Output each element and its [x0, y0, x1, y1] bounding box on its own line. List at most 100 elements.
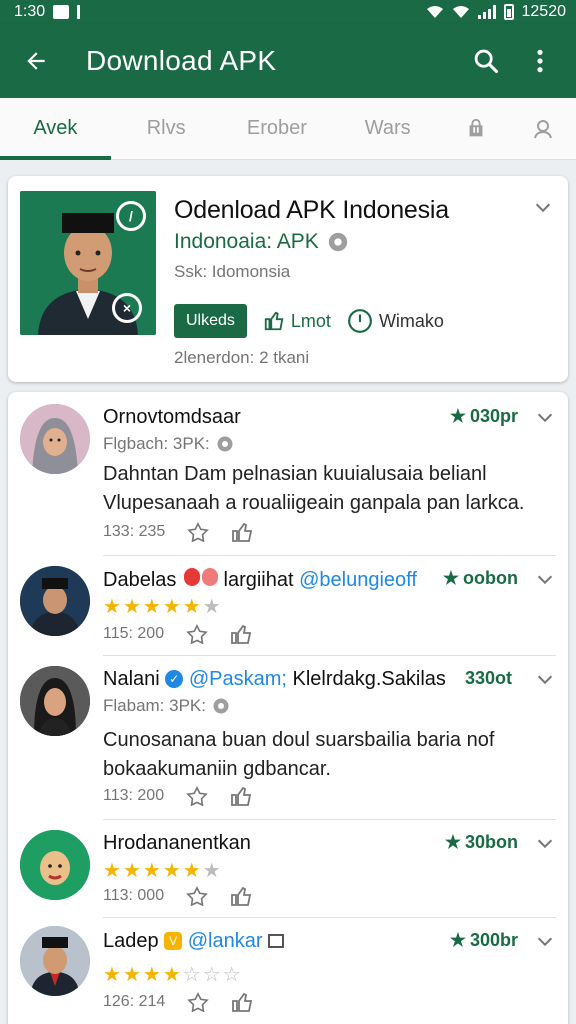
- list-item[interactable]: Ornovtomdsaar ★ 030pr Flgbach: 3PK: Dahnt…: [8, 392, 568, 556]
- star-icon: ★: [444, 832, 461, 852]
- info-icon: [217, 436, 233, 452]
- thumb-up-icon: [231, 886, 252, 906]
- featured-app-card[interactable]: / × Odenload APK Indonesia Indonoaia: AP…: [8, 176, 568, 382]
- time-label: Wimako: [378, 310, 444, 331]
- star-icon: ★: [142, 596, 161, 618]
- chevron-down-icon[interactable]: [534, 668, 556, 690]
- item-rating: ★ 30bon: [445, 832, 518, 853]
- status-bar: 1:30 12520: [0, 0, 576, 24]
- emoji-icon: [183, 568, 200, 586]
- react-button[interactable]: [230, 786, 256, 806]
- item-rating-value: 300br: [469, 930, 518, 950]
- badge-check-icon: ×: [112, 293, 142, 323]
- share-button[interactable]: [187, 992, 210, 1012]
- info-icon: [213, 698, 229, 714]
- page-title: Download APK: [86, 45, 277, 76]
- item-rating-value: 330ot: [464, 668, 512, 688]
- badge-ring-icon: /: [116, 201, 146, 231]
- like-button[interactable]: Lmot: [263, 310, 331, 332]
- tab-bag[interactable]: [443, 98, 509, 159]
- avatar: [20, 830, 90, 900]
- list-item[interactable]: Hrodananentkan ★ 30bon ★ ★ ★ ★ ★ ★ 113: 000: [8, 820, 568, 918]
- share-icon: [186, 786, 208, 806]
- notification-dot-icon: [77, 5, 81, 19]
- chevron-down-icon[interactable]: [534, 568, 556, 590]
- app-bar: Download APK: [0, 24, 576, 98]
- star-icon: ★: [442, 568, 460, 588]
- star-rating: ★ ★ ★ ★ ★ ★: [103, 594, 221, 619]
- item-count: 126: 214: [103, 993, 166, 1010]
- item-body-line2: bokaakumaniin gdbancar.: [103, 758, 331, 780]
- item-name: Dabelas largiihat @belungieoff: [103, 568, 417, 592]
- item-name-text: Ladep: [103, 930, 159, 952]
- review-list: Ornovtomdsaar ★ 030pr Flgbach: 3PK: Dahnt…: [8, 392, 568, 1024]
- chevron-down-icon[interactable]: [534, 832, 556, 854]
- tab-rlvs[interactable]: Rlvs: [111, 98, 222, 159]
- item-rating: ★ 300br: [450, 930, 518, 951]
- list-item[interactable]: Dabelas largiihat @belungieoff ★ oobon ★ ★…: [8, 556, 568, 656]
- emoji-icon-2: [201, 568, 218, 586]
- star-icon: ★: [162, 964, 181, 986]
- item-handle[interactable]: @Paskam;: [189, 668, 287, 690]
- item-footer: 113: 200: [103, 786, 256, 806]
- star-rating: ★ ★ ★ ★ ★ ★: [103, 858, 221, 883]
- item-count: 113: 200: [103, 787, 165, 804]
- share-button[interactable]: [186, 886, 208, 906]
- featured-photo: / ×: [20, 191, 156, 335]
- clock-icon: [348, 309, 372, 333]
- item-name-text: Dabelas: [103, 569, 177, 591]
- tab-bar: Avek Rlvs Erober Wars: [0, 98, 576, 160]
- star-empty-icon: ☆: [202, 964, 221, 986]
- avatar: [20, 404, 90, 474]
- react-button[interactable]: [231, 992, 257, 1012]
- chevron-down-icon[interactable]: [532, 196, 554, 218]
- featured-meta: Ssk: Idomonsia: [174, 262, 291, 281]
- share-button[interactable]: [187, 522, 210, 542]
- react-button[interactable]: [230, 886, 256, 906]
- list-item[interactable]: Ladep V @lankar ★ 300br ★ ★ ★ ★ ☆ ☆ ☆ 126: 214: [8, 918, 568, 1024]
- star-empty-icon: ★: [202, 860, 221, 882]
- time-button[interactable]: Wimako: [347, 308, 444, 334]
- item-handle[interactable]: @belungieoff: [299, 569, 417, 591]
- item-footer: 115: 200: [103, 624, 256, 644]
- item-count: 115: 200: [103, 625, 165, 642]
- star-icon: ★: [142, 964, 161, 986]
- item-body-line1: Dahntan Dam pelnasian kuuialusaia belian…: [103, 463, 487, 485]
- back-button[interactable]: [16, 41, 56, 81]
- back-arrow-icon: [27, 52, 45, 70]
- overflow-menu-button[interactable]: [520, 41, 560, 81]
- item-footer: 133: 235: [103, 522, 257, 542]
- star-icon: ★: [449, 930, 466, 950]
- item-body: Cunosanana buan doul suarsbailia baria n…: [103, 726, 538, 784]
- share-icon: [186, 624, 208, 644]
- chevron-down-icon[interactable]: [534, 406, 556, 428]
- item-handle[interactable]: @lankar: [188, 930, 263, 952]
- star-empty-icon: ★: [202, 596, 221, 618]
- share-icon: [187, 522, 210, 542]
- share-button[interactable]: [186, 624, 208, 644]
- react-button[interactable]: [230, 624, 256, 644]
- tab-wars[interactable]: Wars: [332, 98, 443, 159]
- featured-subtitle: Indonoaia: APK: [174, 230, 349, 254]
- signal-icon: [477, 5, 496, 19]
- item-body-line1: Cunosanana buan doul suarsbailia baria n…: [103, 729, 495, 751]
- star-icon: ★: [122, 964, 141, 986]
- tab-erober[interactable]: Erober: [222, 98, 333, 159]
- more-vert-icon: [537, 49, 543, 73]
- tab-profile[interactable]: [510, 98, 576, 159]
- search-button[interactable]: [466, 41, 506, 81]
- primary-action-button[interactable]: Ulkeds: [174, 304, 247, 338]
- thumb-up-icon: [232, 522, 253, 542]
- tab-avek[interactable]: Avek: [0, 98, 111, 160]
- item-source-text: Flgbach: 3PK:: [103, 434, 210, 453]
- list-item[interactable]: Nalani ✓ @Paskam; Klelrdakg.Sakilas 330o…: [8, 656, 568, 820]
- wifi-icon: [426, 6, 443, 18]
- react-button[interactable]: [231, 522, 257, 542]
- avatar: [20, 566, 90, 636]
- star-empty-icon: ☆: [182, 964, 201, 986]
- chevron-down-icon[interactable]: [534, 930, 556, 952]
- item-name-text: Nalani: [103, 668, 160, 690]
- share-button[interactable]: [186, 786, 208, 806]
- wifi-icon-2: [452, 6, 469, 18]
- share-icon: [186, 886, 208, 906]
